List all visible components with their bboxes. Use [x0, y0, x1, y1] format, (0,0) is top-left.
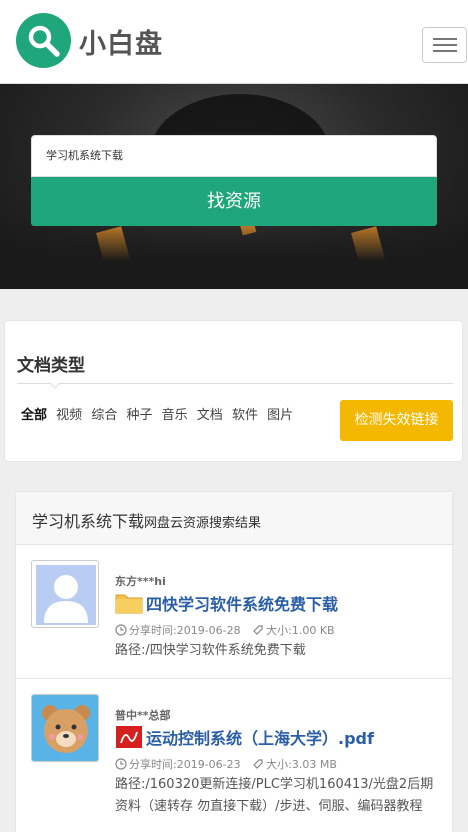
hamburger-icon	[433, 38, 457, 40]
share-time: 分享时间:2019-06-28	[129, 624, 241, 637]
file-size: 大小:3.03 MB	[266, 758, 337, 771]
search-input[interactable]: 学习机系统下载	[31, 135, 437, 177]
avatar	[31, 694, 99, 762]
file-path: 路径:/160320更新连接/PLC学习机160413/光盘2后期资料（速转存 …	[115, 777, 434, 814]
tab-software[interactable]: 软件	[232, 408, 258, 423]
hamburger-icon	[433, 50, 457, 52]
result-item[interactable]: 普中**总部 运动控制系统（上海大学）.pdf 分享时间:2019-06-23 …	[16, 679, 452, 832]
pdf-icon	[115, 726, 143, 752]
logo-text[interactable]: 小白盘	[79, 22, 163, 61]
result-title-text[interactable]: 四快学习软件系统免费下载	[146, 595, 338, 614]
file-size: 大小:1.00 KB	[266, 624, 335, 637]
category-card: 文档类型 全部 视频 综合 种子 音乐 文档 软件 图片 检测失效链接	[4, 320, 463, 462]
share-time: 分享时间:2019-06-23	[129, 758, 241, 771]
results-header: 学习机系统下载网盘云资源搜索结果	[16, 492, 452, 545]
clock-icon	[115, 624, 127, 639]
result-meta: 分享时间:2019-06-28 大小:1.00 KB	[115, 622, 335, 639]
tab-torrent[interactable]: 种子	[126, 408, 152, 423]
tab-general[interactable]: 综合	[91, 408, 117, 423]
search-icon[interactable]	[16, 13, 71, 68]
size-icon	[252, 624, 264, 639]
result-title[interactable]: 四快学习软件系统免费下载	[115, 591, 338, 618]
file-path: 路径:/四快学习软件系统免费下载	[115, 643, 306, 658]
results-query: 学习机系统下载	[32, 512, 145, 531]
results-card: 学习机系统下载网盘云资源搜索结果 东方***hi 四快学习软件系统免费下载 分享…	[15, 491, 453, 832]
result-title[interactable]: 运动控制系统（上海大学）.pdf	[115, 725, 374, 752]
tab-document[interactable]: 文档	[197, 408, 223, 423]
check-invalid-links-button[interactable]: 检测失效链接	[340, 400, 453, 441]
clock-icon	[115, 758, 127, 773]
result-meta: 分享时间:2019-06-23 大小:3.03 MB	[115, 756, 337, 773]
size-icon	[252, 758, 264, 773]
hamburger-icon	[433, 44, 457, 46]
result-item[interactable]: 东方***hi 四快学习软件系统免费下载 分享时间:2019-06-28 大小:…	[16, 545, 452, 679]
tab-music[interactable]: 音乐	[162, 408, 188, 423]
category-title: 文档类型	[17, 356, 85, 376]
site-header: 小白盘	[0, 0, 468, 84]
results-heading: 学习机系统下载网盘云资源搜索结果	[32, 508, 261, 532]
category-tabs: 全部 视频 综合 种子 音乐 文档 软件 图片	[21, 404, 298, 423]
result-title-text[interactable]: 运动控制系统（上海大学）.pdf	[146, 729, 374, 748]
avatar	[31, 560, 99, 628]
menu-button[interactable]	[422, 27, 467, 63]
uploader-name: 东方***hi	[115, 575, 166, 588]
hero-crowd-image	[0, 219, 468, 289]
folder-icon	[115, 592, 143, 618]
uploader-name: 普中**总部	[115, 709, 171, 722]
tab-image[interactable]: 图片	[267, 408, 293, 423]
search-button[interactable]: 找资源	[31, 177, 437, 226]
tab-video[interactable]: 视频	[56, 408, 82, 423]
results-suffix: 网盘云资源搜索结果	[144, 516, 262, 531]
caret-icon	[49, 377, 61, 389]
tab-all[interactable]: 全部	[21, 408, 47, 423]
hero-banner: 学习机系统下载 找资源	[0, 84, 468, 289]
divider	[17, 383, 453, 384]
